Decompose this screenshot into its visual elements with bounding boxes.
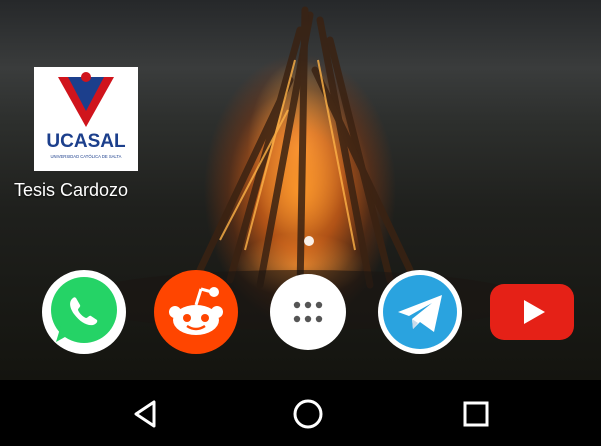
ucasal-logo-icon: UCASAL UNIVERSIDAD CATÓLICA DE SALTA <box>34 67 138 171</box>
app-drawer-button[interactable] <box>264 268 352 356</box>
shortcut-label[interactable]: Tesis Cardozo <box>14 180 164 201</box>
ucasal-logo-text: UCASAL <box>46 131 126 152</box>
telegram-app-button[interactable] <box>376 268 464 356</box>
reddit-app-button[interactable] <box>152 268 240 356</box>
page-indicator-dot <box>304 236 314 246</box>
ucasal-logo-subtext: UNIVERSIDAD CATÓLICA DE SALTA <box>51 154 122 159</box>
back-button[interactable] <box>124 392 168 436</box>
youtube-icon <box>490 284 574 340</box>
ucasal-shortcut-icon[interactable]: UCASAL UNIVERSIDAD CATÓLICA DE SALTA <box>34 67 138 171</box>
recents-button[interactable] <box>454 392 498 436</box>
navigation-bar <box>0 380 601 446</box>
youtube-app-button[interactable] <box>488 268 576 356</box>
back-triangle-icon <box>134 400 156 428</box>
app-drawer-icon <box>270 274 346 350</box>
whatsapp-app-button[interactable] <box>40 268 128 356</box>
telegram-icon <box>378 270 462 354</box>
whatsapp-icon <box>42 270 126 354</box>
home-circle-icon <box>293 399 323 429</box>
recents-square-icon <box>463 401 489 427</box>
reddit-icon <box>154 270 238 354</box>
home-button[interactable] <box>286 392 330 436</box>
